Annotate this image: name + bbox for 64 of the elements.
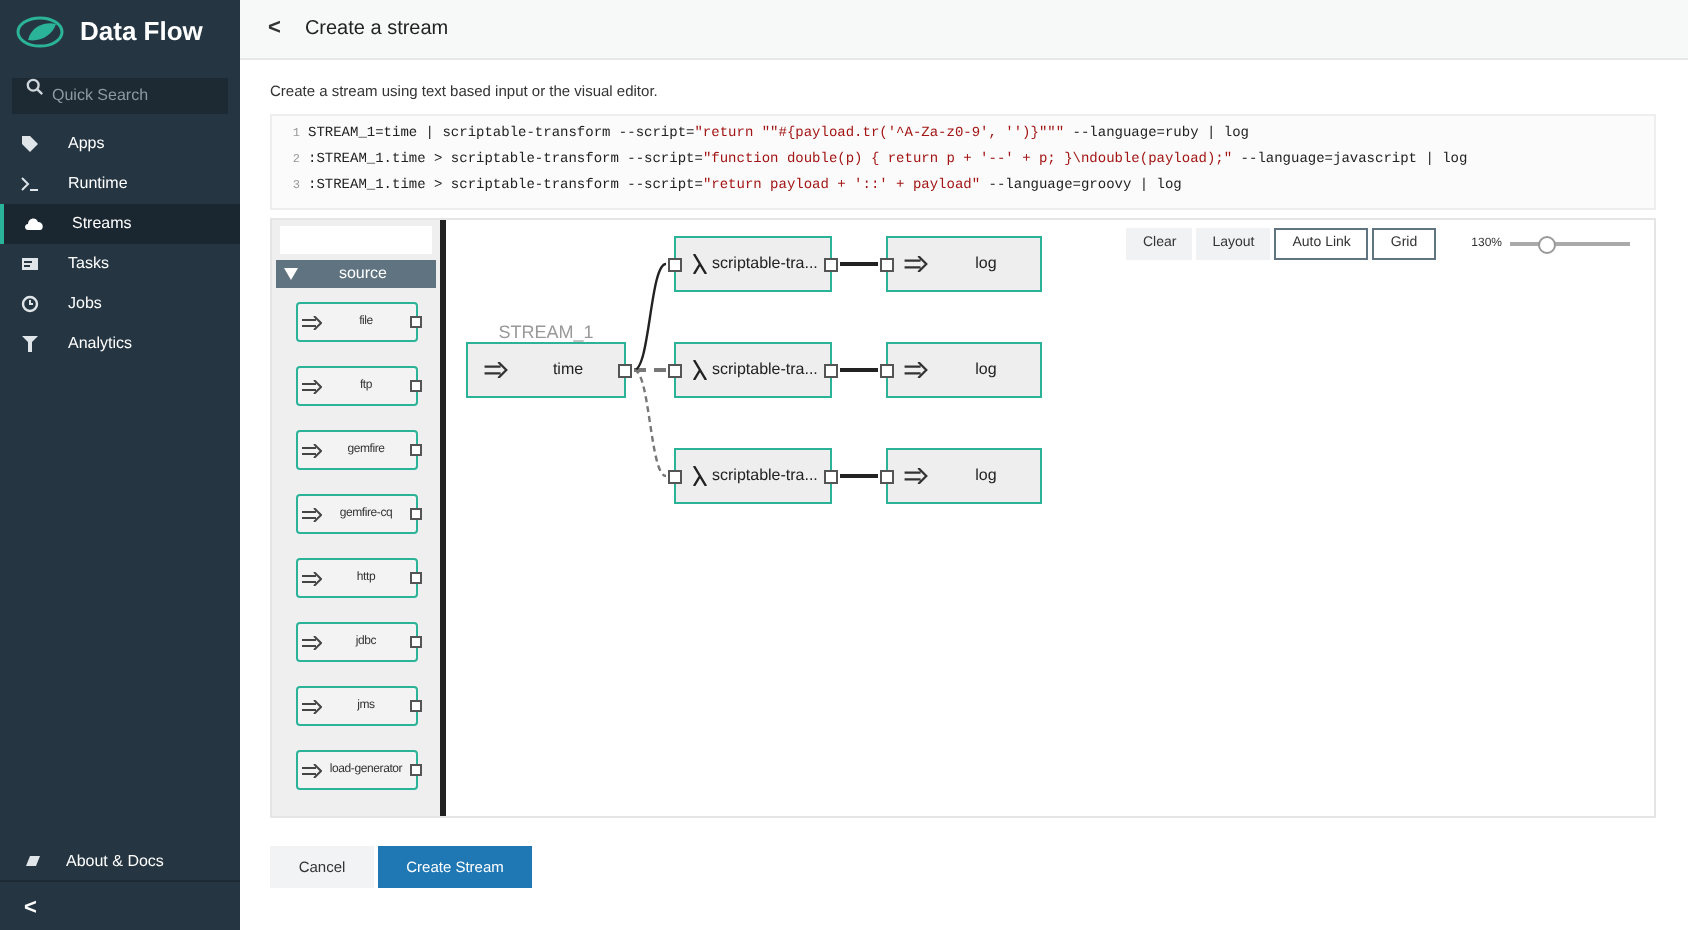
- double-arrow-icon: [302, 635, 322, 650]
- port-icon: [410, 444, 422, 457]
- nav-item[interactable]: Streams: [0, 204, 240, 244]
- port-icon: [668, 258, 682, 273]
- double-arrow-icon: [302, 443, 322, 458]
- nav-item[interactable]: Jobs: [0, 284, 240, 324]
- port-icon: [410, 380, 422, 393]
- brand-name: Data Flow: [80, 14, 203, 51]
- collapse-button[interactable]: <: [0, 888, 240, 929]
- search-field[interactable]: Quick Search: [12, 77, 228, 113]
- port-icon: [410, 700, 422, 713]
- nav-item[interactable]: Tasks: [0, 244, 240, 284]
- leaf-logo-icon: [16, 16, 64, 48]
- port-icon: [410, 316, 422, 329]
- funnel-icon: [20, 334, 40, 354]
- port-icon: [410, 508, 422, 521]
- flow-node[interactable]: log: [886, 448, 1042, 505]
- page-title: Create a stream: [304, 16, 449, 44]
- double-arrow-icon: [904, 256, 928, 273]
- cloud-icon: [24, 214, 44, 234]
- double-arrow-icon: [302, 763, 322, 778]
- flow-node[interactable]: log: [886, 342, 1042, 399]
- port-icon: [668, 364, 682, 379]
- double-arrow-icon: [484, 362, 508, 379]
- palette-group-header[interactable]: source: [276, 260, 436, 289]
- tag-icon: [20, 134, 40, 154]
- nav-item[interactable]: Runtime: [0, 164, 240, 204]
- lambda-icon: [692, 360, 708, 381]
- flow-node[interactable]: time: [466, 342, 626, 399]
- stream-label: STREAM_1: [496, 320, 596, 347]
- port-icon: [880, 470, 894, 485]
- port-icon: [824, 470, 838, 485]
- port-icon: [880, 364, 894, 379]
- lambda-icon: [692, 254, 708, 275]
- port-icon: [410, 764, 422, 777]
- port-icon: [824, 364, 838, 379]
- double-arrow-icon: [302, 571, 322, 586]
- double-arrow-icon: [302, 507, 322, 522]
- terminal-icon: [20, 174, 40, 194]
- port-icon: [880, 258, 894, 273]
- clock-icon: [20, 294, 40, 314]
- double-arrow-icon: [904, 468, 928, 485]
- search-icon: [26, 78, 44, 96]
- slider-thumb[interactable]: [1538, 235, 1556, 254]
- flow-node[interactable]: scriptable-tra...: [674, 448, 832, 505]
- port-icon: [410, 572, 422, 585]
- flow-node[interactable]: scriptable-tra...: [674, 236, 832, 293]
- nav-item[interactable]: Apps: [0, 124, 240, 164]
- nav-item[interactable]: Analytics: [0, 324, 240, 364]
- caret-icon: [284, 268, 298, 281]
- double-arrow-icon: [302, 315, 322, 330]
- double-arrow-icon: [904, 362, 928, 379]
- list-icon: [20, 254, 40, 274]
- zoom-slider[interactable]: [1510, 235, 1630, 254]
- port-icon: [824, 258, 838, 273]
- flow-node[interactable]: scriptable-tra...: [674, 342, 832, 399]
- double-arrow-icon: [302, 379, 322, 394]
- port-icon: [410, 636, 422, 649]
- port-icon: [618, 364, 632, 379]
- lambda-icon: [692, 466, 708, 487]
- flow-node[interactable]: log: [886, 236, 1042, 293]
- port-icon: [668, 470, 682, 485]
- back-button[interactable]: <: [268, 12, 281, 46]
- double-arrow-icon: [302, 699, 322, 714]
